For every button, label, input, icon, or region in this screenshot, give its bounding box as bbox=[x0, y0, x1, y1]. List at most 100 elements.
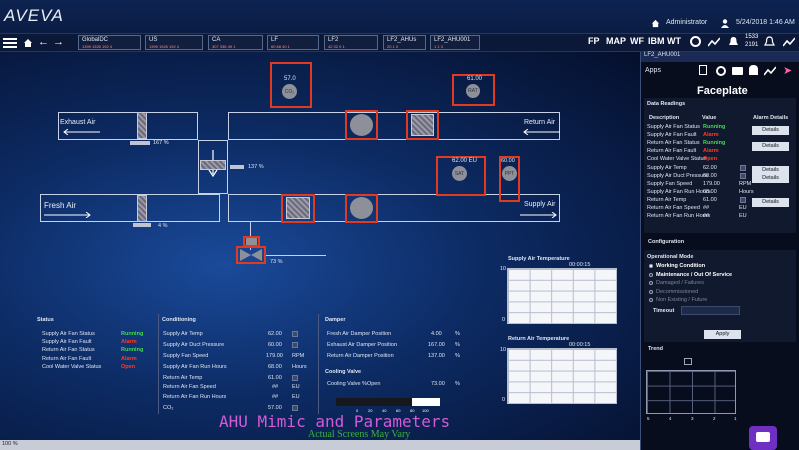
conditioning-divider bbox=[158, 314, 159, 414]
damper-unit: % bbox=[455, 331, 460, 337]
apps-label[interactable]: Apps bbox=[645, 67, 661, 74]
alarm-bell-icon[interactable] bbox=[728, 36, 739, 48]
back-arrow-icon[interactable]: ← bbox=[38, 36, 49, 48]
home-nav-icon[interactable] bbox=[23, 38, 33, 48]
cond-value: 57.00 bbox=[268, 405, 282, 411]
home-icon[interactable] bbox=[651, 19, 660, 28]
breadcrumb-lf[interactable]: LF 60 68 40 1 bbox=[267, 35, 319, 50]
reading-value: 68.00 bbox=[703, 188, 717, 195]
damper-divider bbox=[318, 314, 319, 414]
menu-icon[interactable] bbox=[3, 38, 17, 48]
details-button[interactable]: Details bbox=[752, 141, 789, 151]
trend-tick: 5 bbox=[647, 416, 650, 421]
settings-icon[interactable] bbox=[716, 66, 726, 76]
breadcrumb-lf2[interactable]: LF2 42 32 0 1 bbox=[324, 35, 378, 50]
breadcrumb-globaldc[interactable]: GlobalDC 1399 1526 192 4 bbox=[78, 35, 141, 50]
cond-value: 68.00 bbox=[268, 364, 282, 370]
breadcrumb-us[interactable]: US 1399 1526 192 4 bbox=[145, 35, 203, 50]
fresh-air-damper[interactable] bbox=[137, 195, 147, 222]
map-button[interactable]: MAP bbox=[606, 36, 626, 46]
trend-up-icon[interactable] bbox=[783, 37, 795, 47]
operational-mode-title: Operational Mode bbox=[647, 254, 694, 260]
zoom-level[interactable]: 100 % bbox=[2, 441, 18, 447]
user-name[interactable]: Administrator bbox=[666, 19, 707, 26]
mode-label: Damaged / Failures bbox=[656, 280, 704, 286]
reading-value: 62.00 bbox=[703, 164, 717, 171]
exhaust-damper[interactable] bbox=[137, 112, 147, 139]
chat-button[interactable] bbox=[749, 426, 777, 450]
details-button[interactable]: Details bbox=[752, 198, 789, 208]
alarm-counts: 1399 1526 192 4 bbox=[149, 44, 180, 49]
breadcrumb-label: LF bbox=[271, 37, 279, 43]
col-description: Description bbox=[649, 115, 680, 121]
mode-label: Non Existing / Future bbox=[656, 297, 708, 303]
damper-value: 167.00 bbox=[428, 342, 445, 348]
alarm-counts: 1 1 3 bbox=[434, 44, 443, 49]
details-button[interactable]: Details bbox=[752, 174, 789, 184]
trend-title: Trend bbox=[648, 346, 663, 352]
pin-icon[interactable]: ➤ bbox=[783, 64, 792, 77]
return-filter bbox=[411, 114, 434, 136]
supply-fan-icon bbox=[350, 197, 373, 219]
breadcrumb-label: LF2_AHU001 bbox=[434, 37, 471, 43]
return-damper[interactable] bbox=[200, 160, 226, 170]
damper-label: Fresh Air Damper Position bbox=[327, 331, 392, 337]
faceplate-tab[interactable]: LF2_AHU001 bbox=[641, 52, 799, 62]
damper-value: 137.00 bbox=[428, 353, 445, 359]
chart-grid bbox=[508, 349, 616, 403]
reading-label: Supply Fan Speed bbox=[647, 180, 693, 187]
return-air-temp-chart[interactable] bbox=[507, 348, 617, 404]
status-value: Alarm bbox=[121, 339, 137, 345]
mode-radio[interactable] bbox=[649, 264, 653, 268]
reading-indicator bbox=[740, 172, 746, 179]
cond-unit: RPM bbox=[292, 353, 305, 359]
return-fan-icon bbox=[350, 114, 373, 136]
mode-radio bbox=[649, 298, 653, 302]
target-icon[interactable] bbox=[690, 36, 701, 47]
apply-button[interactable]: Apply bbox=[704, 330, 741, 339]
wf-button[interactable]: WF bbox=[630, 36, 644, 46]
supply-air-temp-chart[interactable] bbox=[507, 268, 617, 324]
exhaust-damper-bar bbox=[130, 141, 150, 145]
timeout-input[interactable] bbox=[681, 306, 740, 315]
ibm-wt-button[interactable]: IBM WT bbox=[648, 36, 681, 46]
reading-value: 179.00 bbox=[703, 180, 720, 187]
fp-button[interactable]: FP bbox=[588, 36, 600, 46]
reading-label: Return Air Fan Fault bbox=[647, 148, 697, 155]
exhaust-duct bbox=[58, 112, 198, 140]
breadcrumb-ca[interactable]: CA 307 338 49 1 bbox=[208, 35, 263, 50]
reading-label: Return Air Fan Status bbox=[647, 140, 700, 147]
reading-label: Supply Air Fan Run Hours bbox=[647, 188, 711, 195]
fresh-air-label: Fresh Air bbox=[44, 201, 77, 210]
details-button[interactable]: Details bbox=[752, 125, 789, 135]
mode-radio[interactable] bbox=[649, 272, 653, 277]
alarm-counts: 20 1 0 bbox=[387, 44, 399, 49]
reading-value: Open bbox=[703, 156, 718, 163]
valve-actuator bbox=[246, 238, 257, 245]
alarm-icon[interactable] bbox=[749, 65, 758, 75]
trend-icon[interactable] bbox=[764, 66, 776, 76]
camera-icon[interactable] bbox=[732, 67, 743, 75]
return-air-label: Return Air bbox=[524, 119, 556, 126]
trend-chart[interactable] bbox=[646, 370, 736, 414]
trend-icon[interactable] bbox=[708, 37, 720, 47]
alarm-counts: 307 338 49 1 bbox=[212, 44, 236, 49]
breadcrumb-label: US bbox=[149, 37, 158, 43]
document-icon[interactable] bbox=[699, 65, 707, 75]
cond-indicator bbox=[292, 331, 298, 337]
alarm-counts: 42 32 0 1 bbox=[328, 44, 345, 49]
ppt-label: PPT bbox=[504, 171, 515, 177]
breadcrumb-lf2-ahus[interactable]: LF2_AHUs 20 1 0 bbox=[383, 35, 426, 50]
kpi-bottom-value: 2191 bbox=[745, 42, 759, 48]
breadcrumb-lf2-ahu001[interactable]: LF2_AHU001 1 1 3 bbox=[430, 35, 480, 50]
cond-value: 62.00 bbox=[268, 331, 282, 337]
cond-value: 60.00 bbox=[268, 342, 282, 348]
forward-arrow-icon[interactable]: → bbox=[53, 36, 64, 48]
return-damper-bar bbox=[230, 165, 244, 169]
valve-line bbox=[266, 255, 326, 256]
user-icon[interactable] bbox=[720, 18, 730, 28]
alarm-bell-off-icon[interactable] bbox=[764, 36, 775, 48]
ppt-sensor-icon: PPT bbox=[502, 166, 517, 181]
reading-unit: EU bbox=[739, 213, 747, 220]
trend-tick: 1 bbox=[734, 416, 737, 421]
